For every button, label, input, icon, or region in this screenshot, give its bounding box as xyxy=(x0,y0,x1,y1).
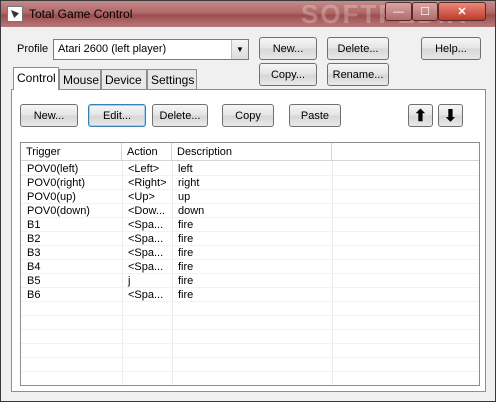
title-bar[interactable]: Total Game Control SOFTPEDIA — ☐ ✕ xyxy=(1,0,495,29)
cell-action: <Right> xyxy=(128,177,167,189)
trigger-list[interactable]: Trigger Action Description POV0(left) <Le… xyxy=(20,142,480,386)
tab-mouse[interactable]: Mouse xyxy=(59,69,101,89)
trigger-new-button[interactable]: New... xyxy=(20,104,78,127)
cell-description: down xyxy=(178,205,205,217)
table-row[interactable]: POV0(left) <Left> left xyxy=(21,162,479,176)
trigger-edit-button[interactable]: Edit... xyxy=(88,104,146,127)
close-button[interactable]: ✕ xyxy=(438,2,486,21)
tab-device[interactable]: Device xyxy=(101,69,147,89)
cell-trigger: B6 xyxy=(27,289,41,301)
cell-description: up xyxy=(178,191,191,203)
maximize-button[interactable]: ☐ xyxy=(412,2,438,21)
arrow-up-icon: ⬆ xyxy=(413,107,428,125)
column-header-action[interactable]: Action xyxy=(122,143,172,161)
column-header-trigger[interactable]: Trigger xyxy=(21,143,122,161)
profile-select-value: Atari 2600 (left player) xyxy=(58,43,167,55)
maximize-icon: ☐ xyxy=(420,6,430,18)
trigger-paste-button[interactable]: Paste xyxy=(289,104,341,127)
minimize-icon: — xyxy=(393,5,404,18)
profile-label: Profile xyxy=(17,43,49,55)
trigger-copy-button[interactable]: Copy xyxy=(222,104,274,127)
cell-trigger: B1 xyxy=(27,219,41,231)
minimize-button[interactable]: — xyxy=(385,2,412,21)
arrow-down-icon: ⬇ xyxy=(443,107,458,125)
cell-trigger: B5 xyxy=(27,275,41,287)
cell-description: right xyxy=(178,177,200,189)
move-up-button[interactable]: ⬆ xyxy=(408,104,433,127)
table-row[interactable]: B3 <Spa... fire xyxy=(21,246,479,260)
profile-select[interactable]: Atari 2600 (left player) ▼ xyxy=(53,39,249,60)
cell-action: <Spa... xyxy=(128,261,164,273)
table-row[interactable]: B4 <Spa... fire xyxy=(21,260,479,274)
cell-trigger: B4 xyxy=(27,261,41,273)
list-header: Trigger Action Description xyxy=(21,143,479,161)
cell-description: fire xyxy=(178,289,194,301)
profile-delete-button[interactable]: Delete... xyxy=(327,37,389,60)
chevron-down-icon[interactable]: ▼ xyxy=(231,40,248,59)
window-title: Total Game Control xyxy=(29,7,133,21)
cell-description: fire xyxy=(178,261,194,273)
cell-action: <Spa... xyxy=(128,233,164,245)
trigger-delete-button[interactable]: Delete... xyxy=(152,104,208,127)
profile-new-button[interactable]: New... xyxy=(259,37,317,60)
cell-action: <Up> xyxy=(128,191,155,203)
table-row[interactable]: B2 <Spa... fire xyxy=(21,232,479,246)
column-header-description[interactable]: Description xyxy=(172,143,332,161)
tab-control[interactable]: Control xyxy=(13,67,59,90)
cell-trigger: B3 xyxy=(27,247,41,259)
table-row[interactable]: POV0(down) <Dow... down xyxy=(21,204,479,218)
tab-settings[interactable]: Settings xyxy=(147,69,197,89)
close-icon: ✕ xyxy=(457,6,467,18)
control-tab-panel: New... Edit... Delete... Copy Paste ⬆ ⬇ … xyxy=(11,89,486,392)
table-row[interactable]: B6 <Spa... fire xyxy=(21,288,479,302)
cell-trigger: POV0(up) xyxy=(27,191,76,203)
cell-action: <Spa... xyxy=(128,219,164,231)
profile-copy-button[interactable]: Copy... xyxy=(259,63,317,86)
table-row[interactable]: POV0(right) <Right> right xyxy=(21,176,479,190)
profile-rename-button[interactable]: Rename... xyxy=(327,63,389,86)
cell-description: fire xyxy=(178,247,194,259)
help-button[interactable]: Help... xyxy=(421,37,481,60)
app-icon xyxy=(7,6,23,22)
cell-trigger: B2 xyxy=(27,233,41,245)
cell-description: fire xyxy=(178,219,194,231)
cell-description: fire xyxy=(178,233,194,245)
cell-description: left xyxy=(178,163,193,175)
cell-action: j xyxy=(128,275,131,287)
cell-description: fire xyxy=(178,275,194,287)
cell-trigger: POV0(down) xyxy=(27,205,90,217)
cell-trigger: POV0(right) xyxy=(27,177,86,189)
cell-action: <Left> xyxy=(128,163,160,175)
main-window: Total Game Control SOFTPEDIA — ☐ ✕ Profi… xyxy=(0,0,496,402)
cell-trigger: POV0(left) xyxy=(27,163,79,175)
cell-action: <Dow... xyxy=(128,205,165,217)
cell-action: <Spa... xyxy=(128,247,164,259)
table-row[interactable]: POV0(up) <Up> up xyxy=(21,190,479,204)
table-row[interactable]: B1 <Spa... fire xyxy=(21,218,479,232)
table-row[interactable]: B5 j fire xyxy=(21,274,479,288)
cell-action: <Spa... xyxy=(128,289,164,301)
move-down-button[interactable]: ⬇ xyxy=(438,104,463,127)
